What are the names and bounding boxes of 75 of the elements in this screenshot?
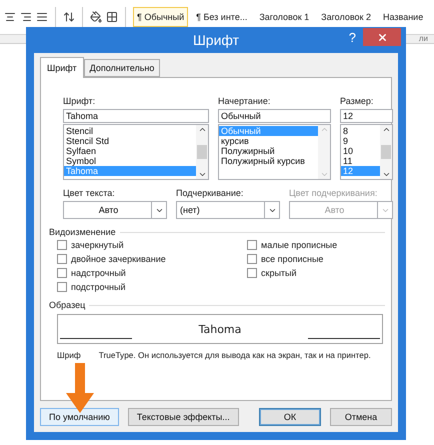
- scrollbar-thumb[interactable]: [381, 145, 391, 159]
- list-item[interactable]: Полужирный курсив: [219, 156, 318, 166]
- style-item[interactable]: Заголовок 1: [255, 7, 314, 27]
- section-title: Видоизменение: [49, 227, 116, 237]
- help-button[interactable]: ?: [348, 30, 356, 45]
- borders-icon[interactable]: [106, 11, 118, 23]
- field-label: Цвет текста:: [63, 188, 116, 198]
- style-item[interactable]: Заголовок 2: [317, 7, 375, 27]
- tab[interactable]: Дополнительно: [84, 59, 160, 77]
- checkbox[interactable]: [247, 268, 257, 278]
- field-label: Шрифт:: [63, 96, 96, 106]
- dialog-button[interactable]: ОК: [259, 408, 321, 426]
- input-field[interactable]: Tahoma: [63, 109, 209, 123]
- field-label: Цвет подчеркивания:: [289, 188, 378, 198]
- option-list[interactable]: Stencil Stencil Std Sylfaen Symbol Tahoma: [63, 124, 209, 180]
- list-item[interactable]: Symbol: [64, 156, 196, 166]
- arrow-icon: [66, 363, 94, 413]
- style-item[interactable]: ¶ Обычный: [133, 7, 188, 27]
- checkbox-label: малые прописные: [261, 240, 338, 250]
- style-item[interactable]: Название: [378, 7, 428, 27]
- list-item[interactable]: 9: [341, 136, 380, 146]
- section-title: Образец: [49, 300, 86, 310]
- input-field[interactable]: Обычный: [218, 109, 331, 123]
- group-label: ли: [418, 35, 428, 43]
- dialog-button[interactable]: Отмена: [330, 408, 392, 426]
- list-item[interactable]: 8: [341, 126, 380, 136]
- list-item[interactable]: Sylfaen: [64, 146, 196, 156]
- scrollbar[interactable]: [380, 125, 392, 179]
- checkbox-label: все прописные: [261, 254, 324, 264]
- input-field[interactable]: 12: [340, 109, 393, 123]
- scroll-up-icon[interactable]: [198, 125, 206, 134]
- scrollbar-thumb[interactable]: [197, 145, 207, 159]
- list-item[interactable]: Полужирный: [219, 146, 318, 156]
- checkbox[interactable]: [247, 240, 257, 250]
- checkbox-label: скрытый: [261, 268, 297, 278]
- checkbox-label: надстрочный: [71, 268, 126, 278]
- list-item[interactable]: курсив: [219, 136, 318, 146]
- option-list[interactable]: Обычный курсив Полужирный Полужирный курсив: [218, 124, 331, 180]
- font-note: TrueType. Он используется для вывода как на экран, так и на принтер.: [98, 350, 371, 360]
- checkbox[interactable]: [57, 268, 67, 278]
- dropdown[interactable]: Авто: [63, 201, 167, 219]
- checkbox[interactable]: [57, 254, 67, 264]
- checkbox[interactable]: [57, 282, 67, 292]
- field-label: Размер:: [340, 96, 374, 106]
- dialog-button[interactable]: По умолчанию: [40, 408, 119, 426]
- close-button[interactable]: [363, 28, 401, 46]
- dialog-button[interactable]: Текстовые эффекты...: [128, 408, 239, 426]
- dropdown[interactable]: (нет): [176, 201, 280, 219]
- checkbox-label: двойное зачеркивание: [71, 254, 166, 264]
- justify-icon[interactable]: [36, 11, 48, 23]
- field-label: Подчеркивание:: [176, 188, 244, 198]
- close-icon[interactable]: [376, 32, 388, 42]
- list-item[interactable]: 11: [341, 156, 380, 166]
- font-note: Шриф: [57, 350, 81, 360]
- option-list[interactable]: 8 9 10 11 12: [340, 124, 393, 180]
- align-center-icon[interactable]: [4, 11, 16, 23]
- style-item[interactable]: ¶ Без инте...: [192, 7, 252, 27]
- checkbox[interactable]: [247, 254, 257, 264]
- scroll-down-icon[interactable]: [382, 170, 390, 179]
- paint-bucket-icon[interactable]: [90, 11, 102, 23]
- sample-text: Tahoma: [198, 322, 242, 336]
- tab[interactable]: Шрифт: [40, 57, 84, 78]
- checkbox[interactable]: [57, 240, 67, 250]
- line-spacing-icon[interactable]: [63, 11, 75, 23]
- list-item[interactable]: 10: [341, 146, 380, 156]
- align-right-icon[interactable]: [20, 11, 32, 23]
- checkbox-label: подстрочный: [71, 282, 126, 292]
- field-label: Начертание:: [218, 96, 272, 106]
- scrollbar[interactable]: [196, 125, 208, 179]
- list-item[interactable]: Stencil: [64, 126, 196, 136]
- list-item[interactable]: Stencil Std: [64, 136, 196, 146]
- window-title: Шрифт: [192, 32, 240, 48]
- scroll-down-icon[interactable]: [198, 170, 206, 179]
- scroll-up-icon[interactable]: [382, 125, 390, 134]
- checkbox-label: зачеркнутый: [71, 240, 124, 250]
